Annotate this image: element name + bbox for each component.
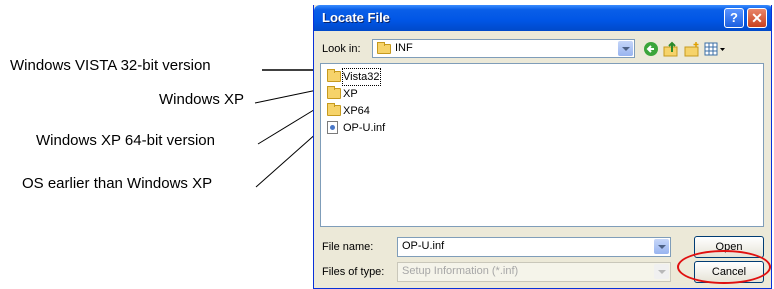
- files-of-type-label: Files of type:: [322, 266, 385, 278]
- help-button[interactable]: ?: [724, 8, 744, 28]
- look-in-dropdown[interactable]: INF: [372, 39, 635, 58]
- title-bar[interactable]: Locate File ? ✕: [314, 5, 771, 31]
- up-folder-icon[interactable]: [663, 41, 679, 57]
- look-in-value: INF: [395, 42, 413, 54]
- files-of-type-dropdown[interactable]: Setup Information (*.inf): [397, 262, 671, 282]
- annotation-xp64: Windows XP 64-bit version: [36, 132, 215, 149]
- list-item-label: Vista32: [342, 68, 381, 86]
- list-item-label: XP64: [343, 105, 370, 117]
- file-name-field[interactable]: OP-U.inf: [397, 237, 671, 257]
- file-list[interactable]: Vista32 XP XP64 OP-U.inf: [320, 63, 764, 227]
- chevron-down-icon: [654, 264, 669, 279]
- look-in-label: Look in:: [322, 43, 361, 55]
- list-item-label: XP: [343, 88, 358, 100]
- list-item-label: OP-U.inf: [343, 122, 386, 134]
- file-name-value: OP-U.inf: [402, 240, 445, 252]
- chevron-down-icon[interactable]: [618, 41, 633, 56]
- inf-file-icon: [327, 121, 338, 134]
- folder-icon: [327, 86, 341, 99]
- annotation-earlier: OS earlier than Windows XP: [22, 175, 213, 192]
- file-name-label: File name:: [322, 241, 374, 253]
- folder-icon: [327, 103, 341, 116]
- folder-icon: [377, 42, 391, 54]
- leader-line-xp: [254, 88, 323, 104]
- files-of-type-value: Setup Information (*.inf): [402, 265, 519, 277]
- dialog-title: Locate File: [322, 10, 390, 25]
- view-menu-icon[interactable]: [704, 41, 726, 57]
- annotation-xp: Windows XP: [159, 91, 245, 108]
- locate-file-dialog: Locate File ? ✕ Look in: INF Vista32 XP …: [313, 5, 772, 289]
- folder-icon: [327, 69, 341, 82]
- chevron-down-icon[interactable]: [654, 239, 669, 254]
- annotation-vista32: Windows VISTA 32-bit version: [10, 57, 211, 74]
- open-button-highlight: [677, 250, 771, 284]
- back-icon[interactable]: [643, 41, 659, 57]
- close-button[interactable]: ✕: [747, 8, 767, 28]
- new-folder-icon[interactable]: [684, 41, 700, 57]
